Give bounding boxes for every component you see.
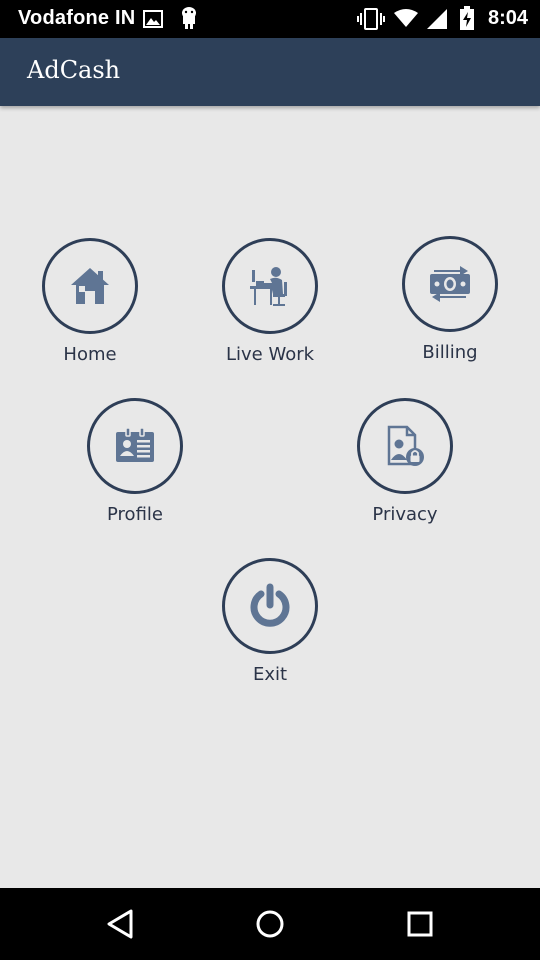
- live-work-label: Live Work: [225, 344, 315, 365]
- app-title: AdCash: [27, 56, 121, 84]
- wifi-icon: [394, 9, 418, 27]
- billing-circle[interactable]: [402, 236, 498, 332]
- exit-circle[interactable]: [222, 558, 318, 654]
- clock: 8:04: [487, 7, 528, 29]
- menu-exit-button[interactable]: Exit: [200, 558, 340, 685]
- menu-live-work-button[interactable]: Live Work: [200, 238, 340, 365]
- signal-icon: [427, 9, 447, 29]
- profile-circle[interactable]: [87, 398, 183, 494]
- home-circle[interactable]: [42, 238, 138, 334]
- menu-privacy-button[interactable]: Privacy: [335, 398, 475, 525]
- recents-icon[interactable]: [406, 910, 434, 938]
- profile-label: Profile: [107, 504, 163, 525]
- status-bar: Vodafone IN 8:04: [0, 0, 540, 38]
- home-circle-icon[interactable]: [255, 909, 285, 939]
- live-work-circle[interactable]: [222, 238, 318, 334]
- menu-home-button[interactable]: Home: [20, 238, 160, 365]
- worker-at-desk-icon: [250, 267, 287, 306]
- privacy-circle[interactable]: [357, 398, 453, 494]
- money-exchange-icon: [430, 266, 470, 302]
- privacy-label: Privacy: [372, 504, 438, 525]
- back-icon[interactable]: [105, 908, 137, 940]
- power-icon: [250, 583, 290, 627]
- menu-billing-button[interactable]: Billing: [380, 236, 520, 363]
- image-icon: [143, 10, 163, 28]
- exit-label: Exit: [252, 664, 288, 685]
- home-icon: [71, 268, 109, 304]
- document-lock-icon: [387, 425, 424, 466]
- android-icon: [182, 7, 196, 29]
- menu-profile-button[interactable]: Profile: [65, 398, 205, 525]
- app-bar: AdCash: [0, 38, 540, 106]
- carrier-name: Vodafone IN: [18, 7, 136, 29]
- billing-label: Billing: [422, 342, 478, 363]
- home-label: Home: [63, 344, 117, 365]
- battery-charging-icon: [460, 6, 474, 30]
- navigation-bar: [0, 888, 540, 960]
- vibrate-icon: [357, 8, 385, 30]
- id-card-icon: [116, 427, 154, 462]
